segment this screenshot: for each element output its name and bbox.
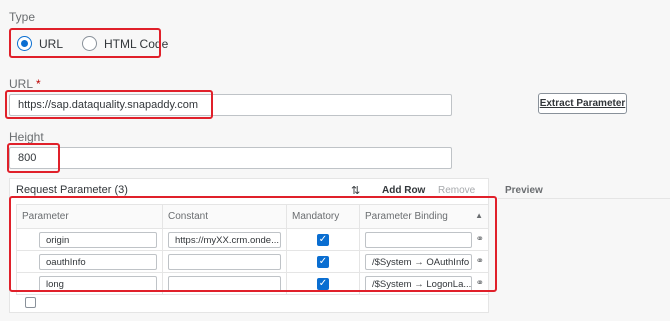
parameter-input[interactable]: long: [39, 276, 157, 292]
url-label: URL *: [9, 77, 41, 91]
constant-input[interactable]: https://myXX.crm.onde...: [168, 232, 281, 248]
preview-title: Preview: [505, 185, 543, 196]
table-header-row: Parameter Constant Mandatory Parameter B…: [16, 204, 489, 229]
height-input[interactable]: 800: [9, 147, 452, 169]
table-row[interactable]: oauthInfo ✓ /$System → OAuthInfo ⚭: [16, 250, 489, 273]
select-row-checkbox[interactable]: [25, 297, 36, 308]
radio-html-code[interactable]: HTML Code: [82, 36, 168, 51]
parameter-input[interactable]: origin: [39, 232, 157, 248]
collapse-icon[interactable]: ▲: [475, 211, 483, 220]
column-header-parameter: Parameter: [16, 204, 163, 229]
height-label: Height: [9, 130, 44, 144]
constant-input[interactable]: [168, 254, 281, 270]
table-row[interactable]: long ✓ /$System → LogonLa... ⚭: [16, 272, 489, 295]
request-parameter-title: Request Parameter (3): [16, 184, 128, 196]
radio-unselected-icon[interactable]: [82, 36, 97, 51]
mandatory-checkbox[interactable]: ✓: [317, 255, 329, 268]
add-row-button[interactable]: Add Row: [382, 185, 425, 196]
table-row[interactable]: origin https://myXX.crm.onde... ✓ ⚭: [16, 228, 489, 251]
binding-input[interactable]: /$System → LogonLa...: [365, 276, 472, 292]
type-label: Type: [9, 10, 36, 24]
radio-selected-icon[interactable]: [17, 36, 32, 51]
constant-input[interactable]: [168, 276, 281, 292]
binding-input[interactable]: [365, 232, 472, 248]
mandatory-checkbox[interactable]: ✓: [317, 277, 329, 290]
link-icon[interactable]: ⚭: [476, 234, 484, 245]
column-header-constant: Constant: [162, 204, 287, 229]
remove-button[interactable]: Remove: [438, 185, 475, 196]
parameter-input[interactable]: oauthInfo: [39, 254, 157, 270]
link-icon[interactable]: ⚭: [476, 278, 484, 289]
radio-html-code-label: HTML Code: [104, 36, 169, 51]
column-header-parameter-binding: Parameter Binding ▲: [359, 204, 489, 229]
extract-parameter-button[interactable]: Extract Parameter: [538, 93, 627, 114]
preview-divider: [498, 198, 670, 199]
url-input[interactable]: https://sap.dataquality.snapaddy.com: [9, 94, 452, 116]
radio-url-label: URL: [39, 36, 64, 51]
sort-icon[interactable]: ⇅: [351, 184, 360, 197]
link-icon[interactable]: ⚭: [476, 256, 484, 267]
binding-input[interactable]: /$System → OAuthInfo: [365, 254, 472, 270]
required-marker: *: [36, 77, 41, 91]
radio-url[interactable]: URL: [17, 36, 63, 51]
mandatory-checkbox[interactable]: ✓: [317, 233, 329, 246]
column-header-mandatory: Mandatory: [286, 204, 360, 229]
parameter-count: (3): [114, 184, 128, 196]
parameter-table: Parameter Constant Mandatory Parameter B…: [16, 204, 489, 295]
